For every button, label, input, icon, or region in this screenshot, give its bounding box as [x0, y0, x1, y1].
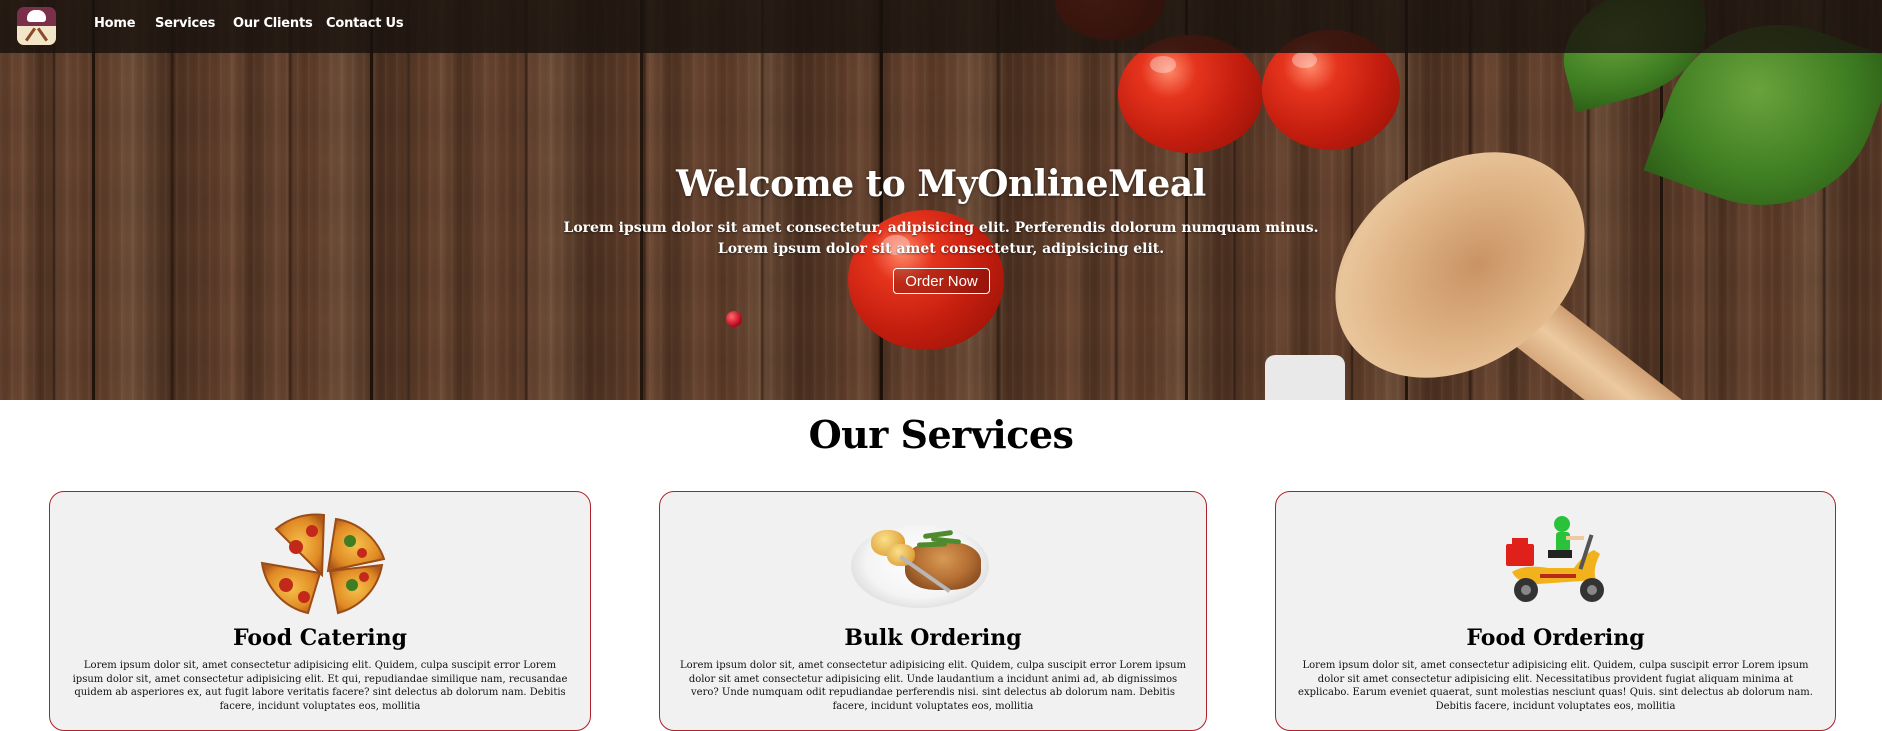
order-now-button[interactable]: Order Now	[893, 268, 990, 294]
nav-link-home[interactable]: Home	[94, 16, 136, 31]
meal-plate-icon	[851, 514, 989, 614]
peppercorn-image	[726, 311, 742, 327]
pizza-icon	[260, 513, 386, 615]
services-heading: Our Services	[808, 412, 1074, 457]
nav-link-our-clients[interactable]: Our Clients	[233, 16, 313, 31]
chef-logo-icon[interactable]	[17, 7, 56, 45]
nav-link-contact-us[interactable]: Contact Us	[326, 16, 404, 31]
top-navbar: Home Services Our Clients Contact Us	[0, 0, 1882, 53]
card-description: Lorem ipsum dolor sit, amet consectetur …	[72, 660, 568, 712]
hero-subtitle: Lorem ipsum dolor sit amet consectetur, …	[717, 241, 1165, 257]
card-title: Food Ordering	[1466, 625, 1645, 651]
card-title: Food Catering	[232, 625, 408, 651]
cloth-image	[1265, 355, 1345, 400]
delivery-scooter-icon	[1506, 516, 1604, 602]
card-description: Lorem ipsum dolor sit, amet consectetur …	[1298, 660, 1813, 712]
service-card-bulk-ordering[interactable]: Bulk Ordering Lorem ipsum dolor sit, ame…	[659, 491, 1207, 731]
card-title: Bulk Ordering	[844, 625, 1022, 651]
hero-subtitle: Lorem ipsum dolor sit amet consectetur, …	[563, 220, 1319, 236]
service-card-food-catering[interactable]: Food Catering Lorem ipsum dolor sit, ame…	[49, 491, 591, 731]
card-description: Lorem ipsum dolor sit, amet consectetur …	[680, 660, 1186, 712]
nav-link-services[interactable]: Services	[155, 16, 215, 31]
service-card-food-ordering[interactable]: Food Ordering Lorem ipsum dolor sit, ame…	[1275, 491, 1836, 731]
hero-title: Welcome to MyOnlineMeal	[676, 163, 1206, 205]
